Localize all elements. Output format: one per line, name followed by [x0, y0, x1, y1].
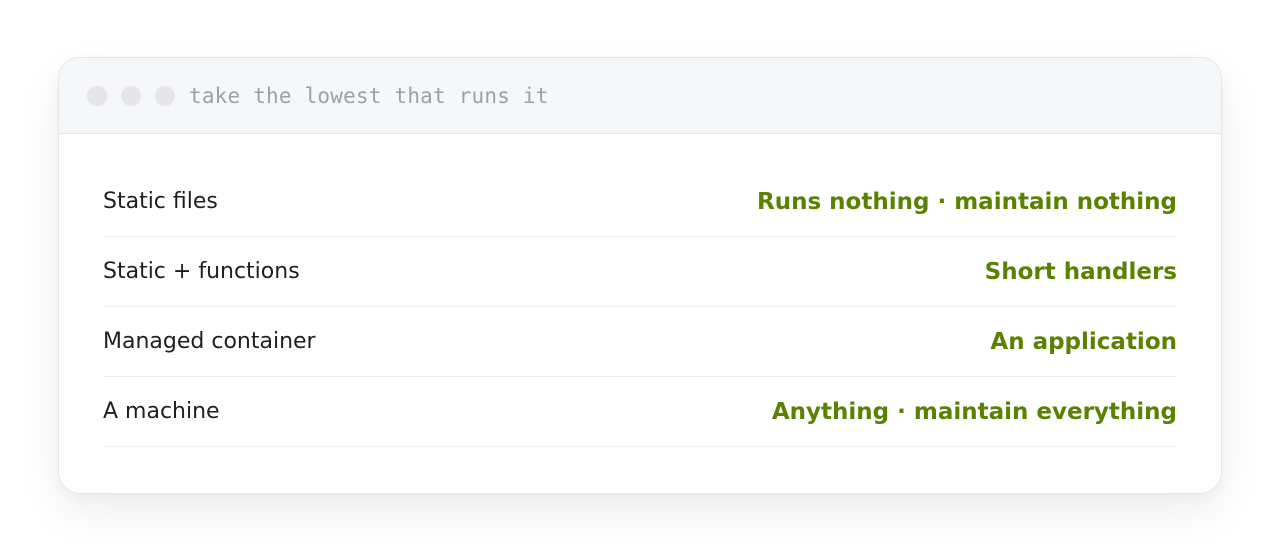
list-item: Static + functions Short handlers [103, 237, 1177, 307]
item-value: An application [990, 328, 1177, 355]
window-titlebar: take the lowest that runs it [59, 58, 1221, 134]
window-title: take the lowest that runs it [189, 83, 549, 108]
list-item: Static files Runs nothing · maintain not… [103, 167, 1177, 237]
item-value: Short handlers [984, 258, 1177, 285]
list-item: A machine Anything · maintain everything [103, 377, 1177, 447]
item-label: Static + functions [103, 259, 300, 284]
window-control-dot-icon[interactable] [155, 85, 175, 106]
window-control-dot-icon[interactable] [87, 85, 107, 106]
terminal-window: take the lowest that runs it Static file… [58, 57, 1222, 494]
item-label: A machine [103, 399, 220, 424]
list-item: Managed container An application [103, 307, 1177, 377]
item-label: Managed container [103, 329, 316, 354]
option-list: Static files Runs nothing · maintain not… [59, 134, 1221, 447]
item-value: Runs nothing · maintain nothing [757, 188, 1177, 215]
item-label: Static files [103, 189, 218, 214]
item-value: Anything · maintain everything [771, 398, 1177, 425]
window-control-dot-icon[interactable] [121, 85, 141, 106]
